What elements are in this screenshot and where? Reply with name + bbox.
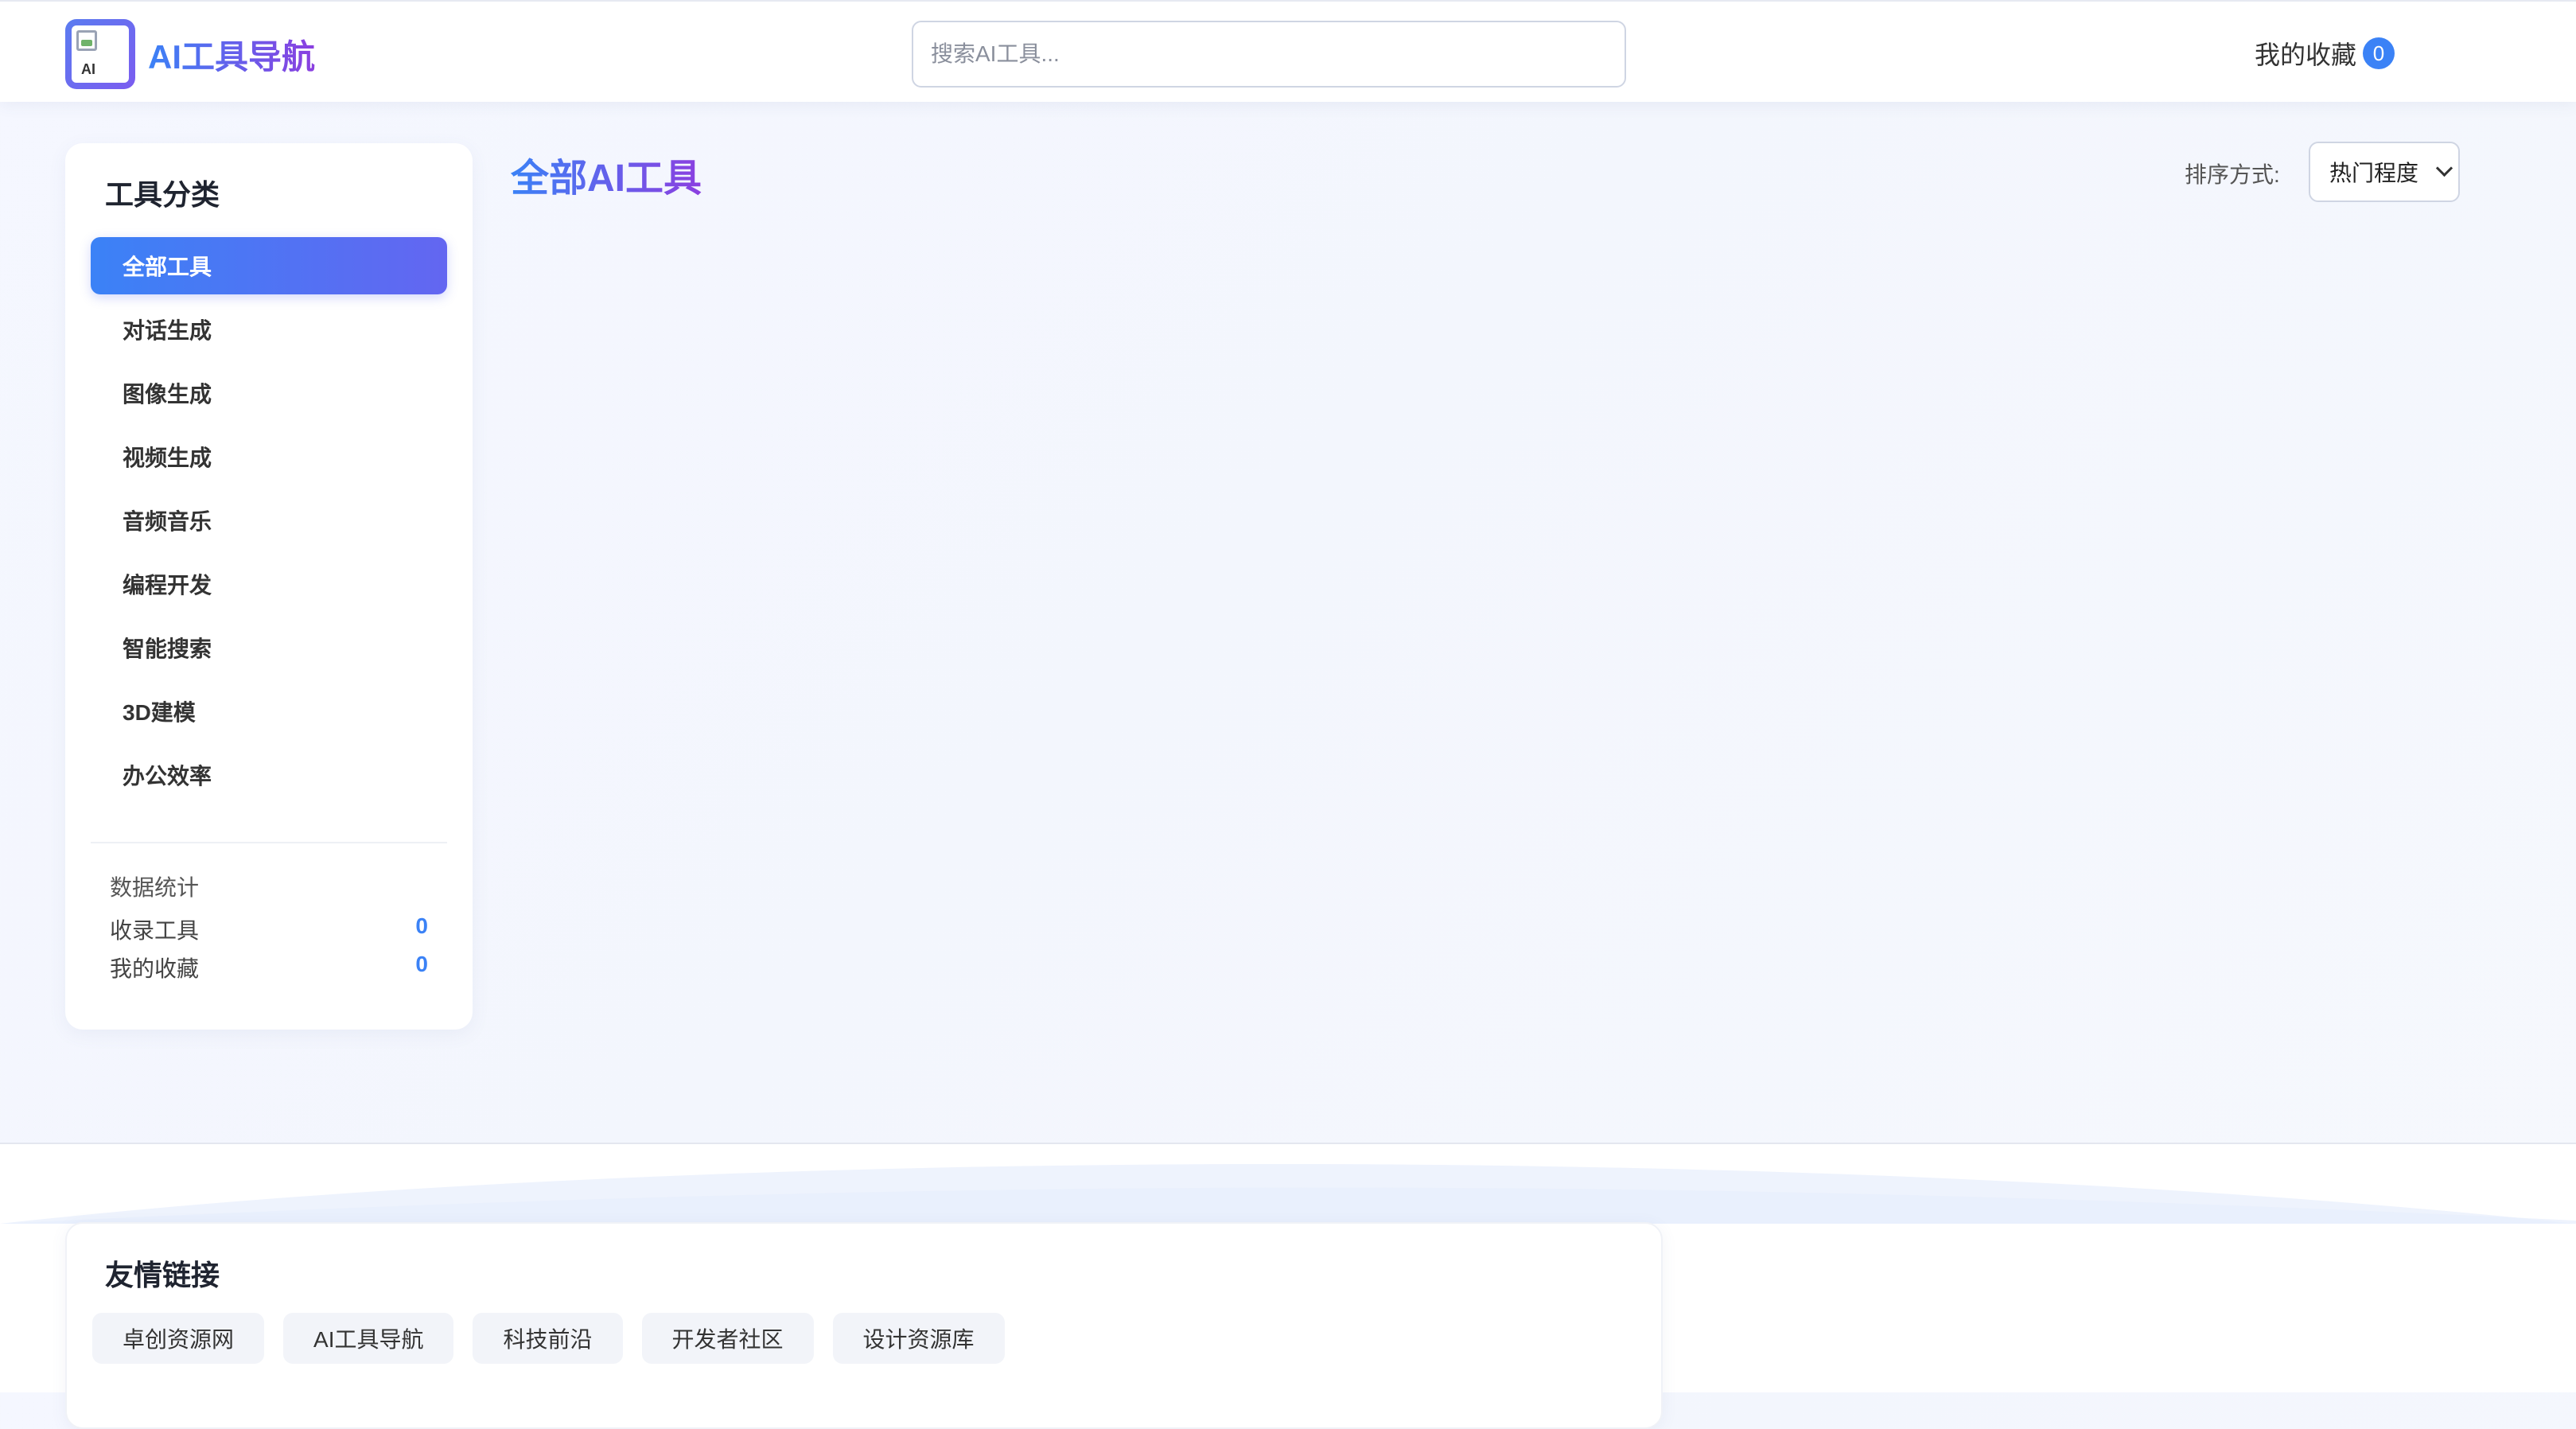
favorites-count-badge: 0 — [2363, 37, 2395, 69]
category-item-3d[interactable]: 3D建模 — [91, 683, 447, 740]
image-placeholder-icon — [76, 30, 97, 51]
stat-row-tools: 收录工具 0 — [110, 913, 428, 945]
stat-favorites-label: 我的收藏 — [110, 956, 200, 981]
logo-alt-text: AI — [81, 61, 95, 77]
friend-link[interactable]: 开发者社区 — [641, 1313, 814, 1364]
stat-row-favorites: 我的收藏 0 — [110, 952, 428, 983]
friend-links-list: 卓创资源网 AI工具导航 科技前沿 开发者社区 设计资源库 — [92, 1313, 1005, 1364]
top-header: AI AI工具导航 我的收藏 0 — [0, 0, 2576, 102]
stats-title: 数据统计 — [110, 875, 200, 900]
chevron-down-icon — [2435, 159, 2453, 177]
category-list: 全部工具 对话生成 图像生成 视频生成 音频音乐 编程开发 智能搜索 3D建模 … — [91, 237, 447, 810]
category-item-all[interactable]: 全部工具 — [91, 237, 447, 294]
footer-wave-decoration — [0, 1164, 2576, 1224]
category-item-office[interactable]: 办公效率 — [91, 746, 447, 804]
search-input[interactable] — [912, 21, 1626, 88]
sort-select[interactable]: 热门程度 — [2309, 142, 2460, 202]
category-item-image[interactable]: 图像生成 — [91, 364, 447, 422]
friend-link[interactable]: AI工具导航 — [283, 1313, 454, 1364]
category-item-chat[interactable]: 对话生成 — [91, 301, 447, 358]
category-item-coding[interactable]: 编程开发 — [91, 555, 447, 613]
category-item-audio[interactable]: 音频音乐 — [91, 492, 447, 549]
category-sidebar: 工具分类 全部工具 对话生成 图像生成 视频生成 音频音乐 编程开发 智能搜索 … — [65, 143, 473, 1030]
sort-label: 排序方式: — [2185, 162, 2280, 187]
sidebar-title: 工具分类 — [105, 178, 220, 211]
stat-tools-label: 收录工具 — [110, 918, 200, 943]
site-title[interactable]: AI工具导航 — [148, 30, 315, 79]
friend-link[interactable]: 卓创资源网 — [92, 1313, 265, 1364]
sidebar-divider — [91, 842, 447, 843]
sort-selected-value: 热门程度 — [2329, 161, 2419, 185]
friend-link[interactable]: 科技前沿 — [473, 1313, 623, 1364]
page-title: 全部AI工具 — [511, 146, 702, 202]
category-item-video[interactable]: 视频生成 — [91, 428, 447, 485]
category-item-search[interactable]: 智能搜索 — [91, 619, 447, 676]
favorites-button[interactable]: 我的收藏 0 — [2255, 35, 2395, 72]
favorites-label: 我的收藏 — [2255, 41, 2357, 69]
friend-link[interactable]: 设计资源库 — [832, 1313, 1005, 1364]
broken-image-icon: AI — [72, 25, 129, 83]
friend-links-title: 友情链接 — [105, 1259, 220, 1291]
friend-links-card: 友情链接 卓创资源网 AI工具导航 科技前沿 开发者社区 设计资源库 — [65, 1222, 1663, 1429]
stat-tools-value: 0 — [415, 913, 428, 938]
stat-favorites-value: 0 — [415, 952, 428, 976]
logo[interactable]: AI — [65, 19, 135, 89]
